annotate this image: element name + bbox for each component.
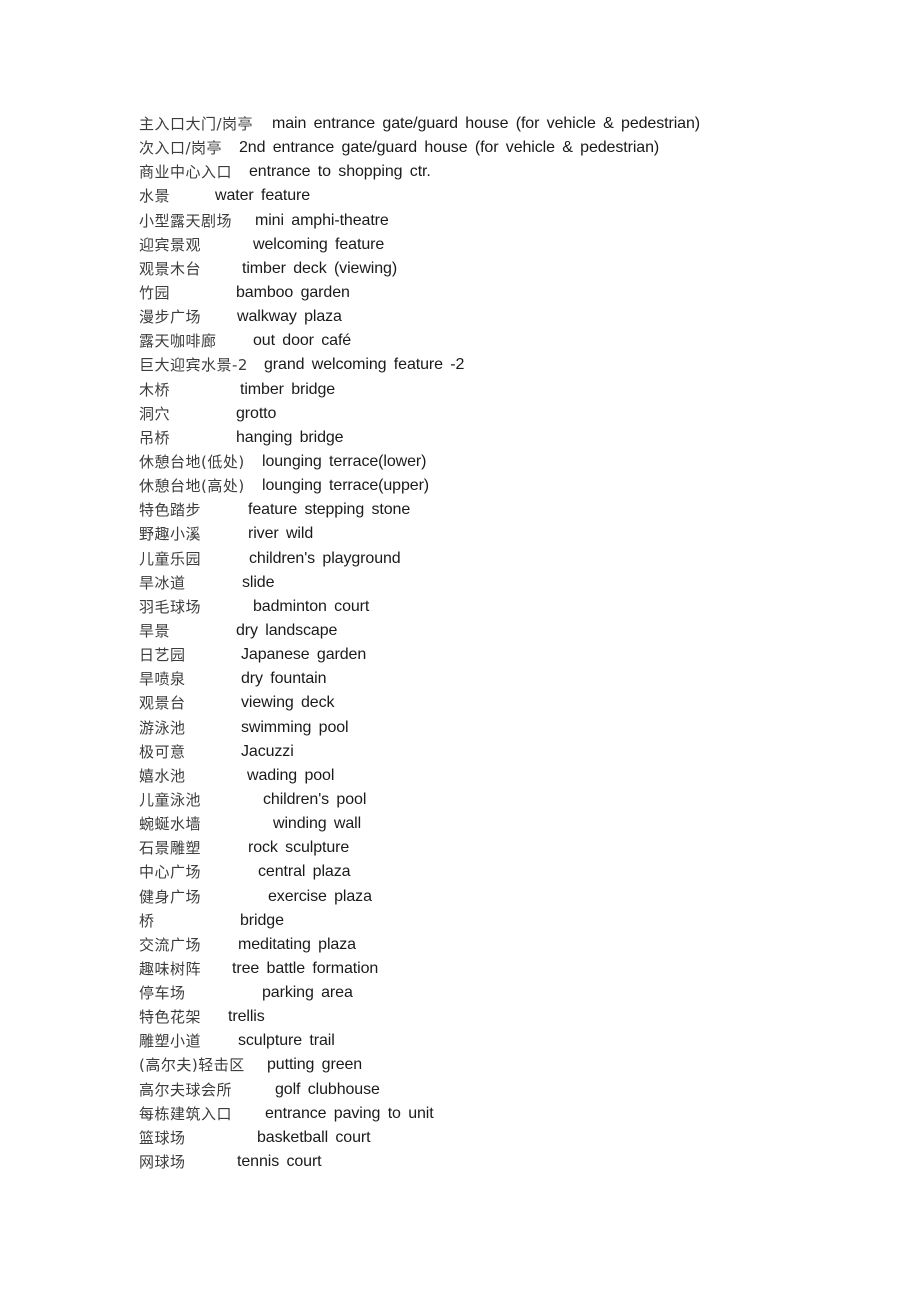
english-term: out door café (253, 332, 352, 350)
chinese-term: 蜿蜒水墙 (139, 815, 202, 834)
chinese-term: 交流广场 (139, 935, 202, 954)
chinese-term: 吊桥 (139, 428, 171, 447)
chinese-term: 旱景 (139, 621, 171, 640)
chinese-term: 儿童泳池 (139, 790, 202, 809)
chinese-term: 嬉水池 (139, 766, 186, 785)
english-term: meditating plaza (238, 935, 356, 953)
chinese-term: 洞穴 (139, 404, 171, 423)
chinese-term: 露天咖啡廊 (139, 332, 217, 351)
english-term: swimming pool (241, 718, 349, 736)
english-term: 2nd entrance gate/guard house (for vehic… (239, 139, 660, 157)
english-term: putting green (267, 1056, 363, 1074)
chinese-term: 石景雕塑 (139, 839, 202, 858)
chinese-term: 篮球场 (139, 1128, 186, 1147)
english-term: Japanese garden (241, 646, 367, 664)
english-term: grand welcoming feature -2 (264, 356, 465, 374)
english-term: lounging terrace(lower) (262, 452, 427, 470)
chinese-term: 商业中心入口 (139, 163, 233, 182)
english-term: Jacuzzi (241, 742, 294, 760)
chinese-term: 主入口大门/岗亭 (139, 115, 254, 133)
chinese-term: 迎宾景观 (139, 235, 202, 254)
chinese-term: 每栋建筑入口 (139, 1104, 233, 1123)
english-term: viewing deck (241, 694, 335, 712)
english-term: grotto (236, 404, 277, 422)
chinese-term: 竹园 (139, 283, 171, 302)
english-term: mini amphi-theatre (255, 211, 389, 229)
english-term: winding wall (273, 815, 362, 833)
chinese-term: 观景木台 (139, 259, 202, 278)
chinese-term: 趣味树阵 (139, 959, 202, 978)
chinese-term: 日艺园 (139, 646, 186, 665)
chinese-term: 旱喷泉 (139, 670, 186, 689)
chinese-term: 中心广场 (139, 863, 202, 882)
document-page: 主入口大门/岗亭 main entrance gate/guard house (… (0, 0, 920, 1302)
english-term: children's pool (263, 790, 367, 808)
english-term: children's playground (249, 549, 401, 567)
chinese-term: 漫步广场 (139, 308, 202, 327)
english-term: basketball court (257, 1128, 371, 1146)
chinese-term: 小型露天剧场 (139, 211, 233, 230)
english-term: lounging terrace(upper) (262, 477, 430, 495)
chinese-term: 旱冰道 (139, 573, 186, 592)
chinese-term: 特色花架 (139, 1008, 202, 1027)
chinese-term: 停车场 (139, 984, 186, 1003)
english-term: feature stepping stone (248, 501, 411, 519)
english-term: bridge (240, 911, 284, 929)
english-term: main entrance gate/guard house (for vehi… (272, 115, 700, 132)
chinese-term: 木桥 (139, 380, 171, 399)
english-term: golf clubhouse (275, 1080, 380, 1098)
chinese-term: (高尔夫)轻击区 (139, 1056, 245, 1075)
chinese-term: 次入口/岗亭 (139, 139, 223, 158)
english-term: dry fountain (241, 670, 327, 688)
chinese-term: 儿童乐园 (139, 549, 202, 568)
chinese-term: 网球场 (139, 1153, 186, 1172)
chinese-term: 水景 (139, 187, 171, 206)
english-term: tennis court (237, 1153, 322, 1171)
english-term: river wild (248, 525, 314, 543)
chinese-term: 桥 (139, 911, 155, 930)
english-term: bamboo garden (236, 283, 350, 301)
english-term: entrance to shopping ctr. (249, 163, 431, 181)
chinese-term: 特色踏步 (139, 501, 202, 520)
english-term: dry landscape (236, 621, 338, 639)
chinese-term: 健身广场 (139, 887, 202, 906)
english-term: rock sculpture (248, 839, 350, 857)
chinese-term: 高尔夫球会所 (139, 1080, 233, 1099)
english-term: welcoming feature (253, 235, 385, 253)
chinese-term: 休憩台地(高处) (139, 477, 245, 496)
english-term: wading pool (247, 766, 335, 784)
english-term: timber bridge (240, 380, 336, 398)
chinese-term: 羽毛球场 (139, 597, 202, 616)
english-term: timber deck (viewing) (242, 259, 398, 277)
english-term: walkway plaza (237, 308, 342, 326)
english-term: trellis (228, 1008, 265, 1026)
chinese-term: 雕塑小道 (139, 1032, 202, 1051)
english-term: parking area (262, 984, 353, 1002)
english-term: central plaza (258, 863, 351, 881)
english-term: badminton court (253, 597, 370, 615)
english-term: tree battle formation (232, 959, 379, 977)
chinese-term: 极可意 (139, 742, 186, 761)
chinese-term: 观景台 (139, 694, 186, 713)
english-term: water feature (215, 187, 311, 205)
chinese-term: 野趣小溪 (139, 525, 202, 544)
english-term: entrance paving to unit (265, 1104, 434, 1122)
english-term: hanging bridge (236, 428, 344, 446)
english-term: exercise plaza (268, 887, 372, 905)
english-term: sculpture trail (238, 1032, 335, 1050)
chinese-term: 游泳池 (139, 718, 186, 737)
chinese-term: 巨大迎宾水景-2 (139, 356, 248, 375)
english-term: slide (242, 573, 275, 591)
chinese-term: 休憩台地(低处) (139, 452, 245, 471)
